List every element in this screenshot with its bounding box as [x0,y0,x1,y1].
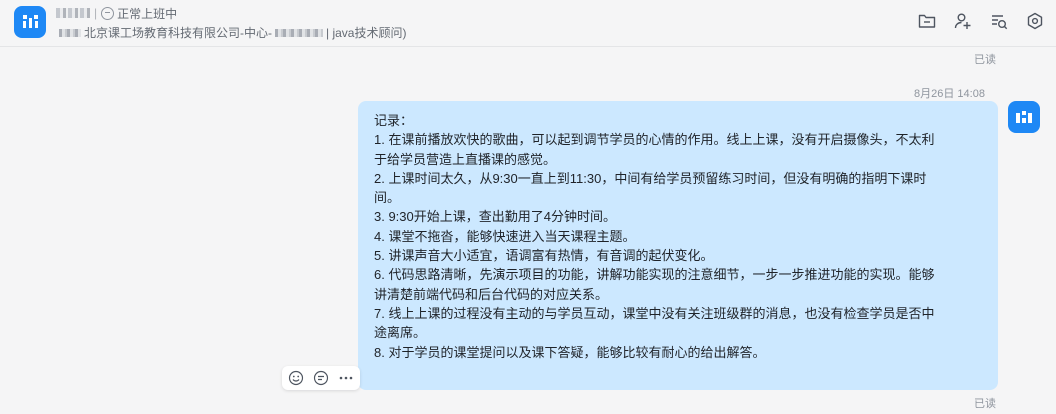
contact-status: 正常上班中 [117,6,178,21]
message-line: 于给学员营造上直播课的感觉。 [374,151,557,167]
message-line: 途离席。 [374,325,427,341]
message-timestamp: 8月26日 14:08 [914,88,985,100]
org-redacted-middle [275,28,323,37]
message-line: 间。 [374,190,401,206]
name-separator: | [94,6,98,20]
search-messages-icon[interactable] [988,10,1010,32]
read-receipt-bottom: 已读 [974,398,996,410]
reply-icon[interactable] [310,367,332,389]
more-icon[interactable] [335,367,357,389]
message-line: 3. 9:30开始上课，查出勤用了4分钟时间。 [374,209,616,225]
message-line: 8. 对于学员的课堂提问以及课下答疑，能够比较有耐心的给出解答。 [374,344,766,360]
contact-organization: 北京课工场教育科技有限公司-中心- | java技术顾问) [56,24,406,41]
emoji-reaction-icon[interactable] [285,367,307,389]
settings-icon[interactable] [1024,10,1046,32]
message-line: 1. 在课前播放欢快的歌曲，可以起到调节学员的心情的作用。线上上课，没有开启摄像… [374,132,935,148]
contact-name-line: | 正常上班中 [56,5,177,21]
message-line: 讲清楚前端代码和后台代码的对应关系。 [374,286,609,302]
org-suffix: | java技术顾问) [326,26,407,40]
folder-icon[interactable] [916,10,938,32]
message-line: 5. 讲课声音大小适宜，语调富有热情，有音调的起伏变化。 [374,248,714,264]
message-line: 2. 上课时间太久，从9:30一直上到11:30，中间有给学员预留练习时间，但没… [374,170,927,186]
message-line: 6. 代码思路清晰，先演示项目的功能，讲解功能实现的注意细节，一步一步推进功能的… [374,267,935,283]
message-line: 4. 课堂不拖沓，能够快速进入当天课程主题。 [374,228,636,244]
message-actions [282,366,360,390]
org-redacted-prefix [59,28,81,37]
header-toolbar [916,10,1046,32]
chat-header: | 正常上班中 北京课工场教育科技有限公司-中心- | java技术顾问) [0,0,1056,47]
message-line: 7. 线上上课的过程没有主动的与学员互动，课堂中没有关注班级群的消息，也没有检查… [374,305,935,321]
contact-name-redacted [56,8,90,18]
add-member-icon[interactable] [952,10,974,32]
org-prefix: 北京课工场教育科技有限公司-中心- [84,26,272,40]
message-bubble[interactable]: 记录： 1. 在课前播放欢快的歌曲，可以起到调节学员的心情的作用。线上上课，没有… [358,101,998,390]
message-line: 记录： [374,113,414,128]
read-receipt-top: 已读 [974,54,996,66]
self-avatar[interactable] [1008,101,1040,133]
status-chat-icon [101,6,115,20]
contact-avatar[interactable] [14,6,46,38]
